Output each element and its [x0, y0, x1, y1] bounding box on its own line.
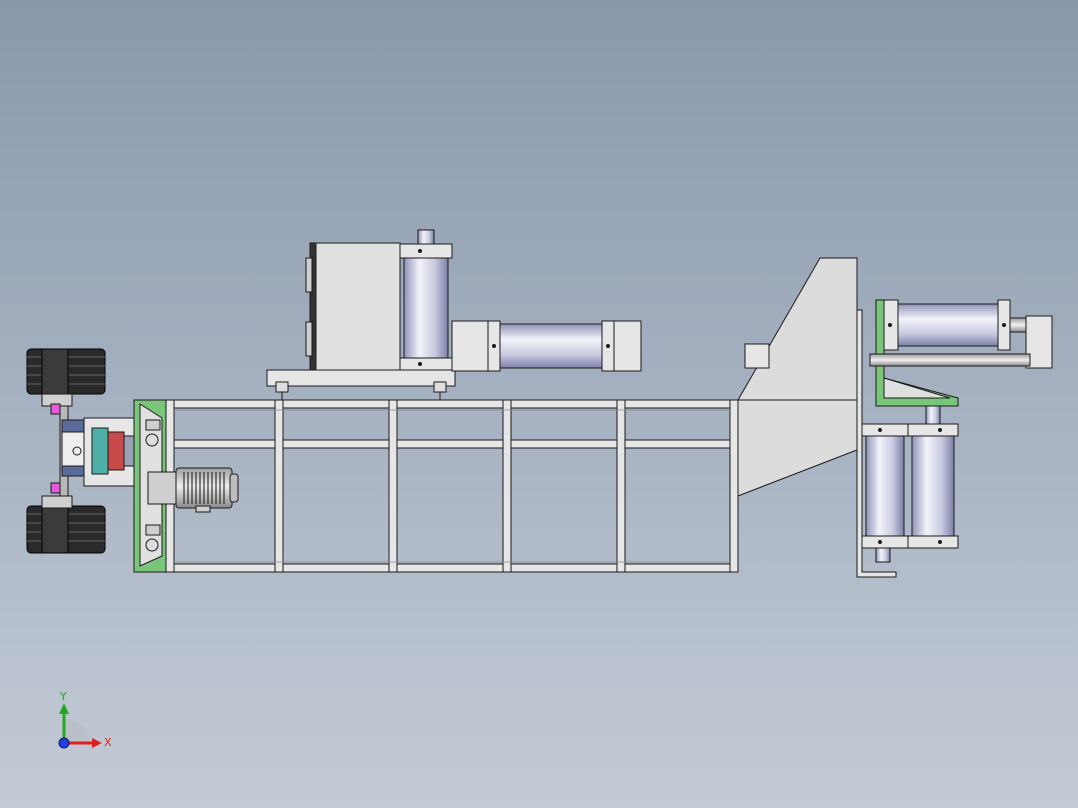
axis-y-label: Y: [59, 690, 67, 703]
axis-x-label: X: [104, 736, 112, 749]
horizontal-cylinder-icon[interactable]: [451, 320, 642, 372]
left-wheel-assembly-icon[interactable]: [26, 348, 137, 554]
coupling-icon: [91, 427, 109, 475]
coordinate-triad-icon: Y X: [58, 690, 112, 749]
bottom-tire-icon: [26, 495, 106, 554]
fitting-icon: [50, 482, 61, 494]
top-tire-icon: [26, 348, 106, 407]
discharge-hopper-icon[interactable]: [737, 257, 863, 497]
cad-viewport[interactable]: Y X: [0, 0, 1078, 808]
vertical-cylinder-icon[interactable]: [399, 229, 453, 371]
fitting-icon: [50, 403, 61, 415]
right-cylinder-cluster-icon[interactable]: [856, 299, 1053, 578]
cad-model-scene[interactable]: Y X: [0, 0, 1078, 808]
